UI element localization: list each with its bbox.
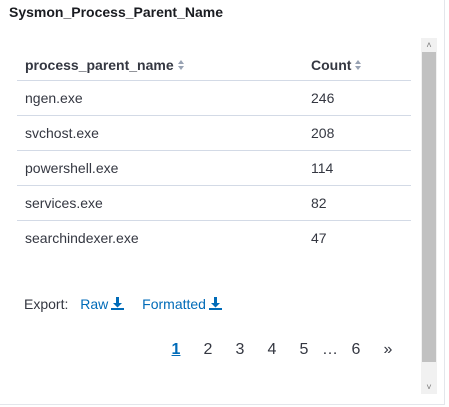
export-formatted-link[interactable]: Formatted [142, 296, 222, 312]
vertical-scrollbar[interactable]: ˄ ˅ [421, 38, 437, 394]
table-row: services.exe 82 [17, 185, 411, 221]
page-button-1[interactable]: 1 [160, 341, 192, 359]
sort-icon[interactable] [354, 59, 362, 71]
panel-title: Sysmon_Process_Parent_Name [9, 4, 224, 20]
export-formatted-label: Formatted [142, 296, 206, 312]
visualization-panel: Sysmon_Process_Parent_Name process_paren… [0, 0, 445, 405]
page-button-4[interactable]: 4 [256, 341, 288, 359]
cell-process-parent-name: searchindexer.exe [25, 230, 139, 246]
pagination: 1 2 3 4 5 … 6 » [160, 341, 404, 359]
export-row: Export: Raw Formatted [24, 296, 222, 312]
cell-process-parent-name: services.exe [17, 185, 303, 221]
table-row: ngen.exe 246 [17, 80, 411, 116]
column-header-process-parent-name[interactable]: process_parent_name [17, 50, 303, 81]
page-button-3[interactable]: 3 [224, 341, 256, 359]
table-row: searchindexer.exe 47 [17, 221, 411, 256]
table-row: svchost.exe 208 [17, 115, 411, 151]
cell-count: 246 [303, 80, 411, 116]
download-icon [208, 297, 222, 310]
cell-count: 82 [303, 185, 411, 221]
cell-count: 47 [311, 230, 327, 246]
cell-count: 114 [303, 150, 411, 186]
page-button-5[interactable]: 5 [288, 341, 320, 359]
scroll-down-icon[interactable]: ˅ [421, 380, 437, 394]
table-scroll-area: process_parent_name Count ngen.exe 246 s… [0, 38, 437, 394]
data-table: process_parent_name Count ngen.exe 246 s… [17, 50, 411, 255]
cell-count: 208 [303, 115, 411, 151]
export-label: Export: [24, 296, 69, 312]
column-header-label: Count [311, 57, 352, 73]
sort-icon[interactable] [177, 59, 185, 71]
scroll-up-icon[interactable]: ˄ [421, 38, 437, 52]
export-raw-label: Raw [80, 296, 109, 312]
cell-process-parent-name: ngen.exe [17, 80, 303, 116]
cell-process-parent-name: svchost.exe [17, 115, 303, 151]
download-icon [111, 297, 125, 310]
next-page-button[interactable]: » [372, 341, 404, 359]
page-button-6[interactable]: 6 [340, 341, 372, 359]
table-header-row: process_parent_name Count [17, 50, 411, 81]
table-row: powershell.exe 114 [17, 150, 411, 186]
pagination-ellipsis: … [322, 341, 338, 358]
export-raw-link[interactable]: Raw [80, 296, 125, 312]
column-header-label: process_parent_name [25, 57, 174, 73]
column-header-count[interactable]: Count [303, 50, 411, 81]
cell-process-parent-name: powershell.exe [17, 150, 303, 186]
scrollbar-thumb[interactable] [422, 52, 436, 362]
page-button-2[interactable]: 2 [192, 341, 224, 359]
